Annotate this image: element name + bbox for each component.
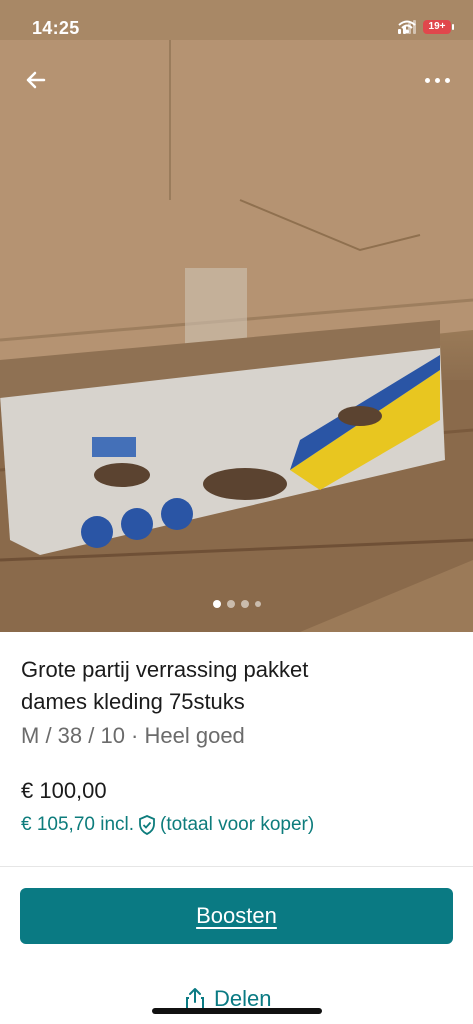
listing-details: Grote partij verrassing pakket dames kle… — [21, 654, 451, 836]
price-incl-note: (totaal voor koper) — [160, 814, 315, 835]
arrow-left-icon — [26, 71, 46, 89]
carousel-indicator — [0, 600, 473, 608]
listing-title-line: Grote partij verrassing pakket — [21, 657, 309, 682]
more-options-button[interactable] — [421, 70, 453, 90]
wifi-icon — [398, 20, 416, 34]
shield-check-icon — [139, 815, 155, 835]
carousel-dot[interactable] — [254, 601, 261, 607]
cardboard-box-image — [0, 0, 473, 632]
status-time: 14:25 — [32, 18, 80, 38]
more-horizontal-icon — [424, 77, 430, 83]
price-incl-value: € 105,70 incl. — [21, 814, 135, 835]
carousel-dot[interactable] — [212, 600, 221, 608]
back-button[interactable] — [20, 64, 52, 96]
home-indicator — [152, 1008, 322, 1014]
divider — [0, 866, 473, 867]
product-photo[interactable]: 14:25 19+ — [0, 0, 473, 632]
status-bar: 14:25 19+ — [0, 0, 473, 56]
status-icons: 19+ — [398, 20, 454, 34]
listing-title-line: dames kleding 75stuks — [21, 689, 245, 714]
listing-meta: M / 38 / 10 · Heel goed — [21, 723, 245, 748]
carousel-dot[interactable] — [240, 600, 249, 608]
price-incl-link[interactable]: € 105,70 incl. (totaal voor koper) — [21, 814, 451, 836]
battery-icon: 19+ — [423, 20, 454, 34]
carousel-dot[interactable] — [226, 600, 235, 608]
listing-price: € 100,00 — [21, 778, 107, 803]
listing-title: Grote partij verrassing pakket dames kle… — [21, 654, 451, 718]
boost-button[interactable]: Boosten — [20, 888, 453, 944]
